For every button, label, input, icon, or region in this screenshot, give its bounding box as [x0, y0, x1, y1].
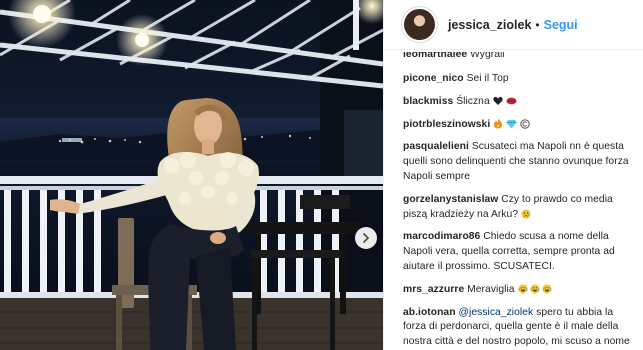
comment: gorzelanystanislaw Czy to prawdo co medi…: [403, 193, 638, 223]
comment-username[interactable]: picone_nico: [403, 73, 464, 84]
comment-username[interactable]: gorzelanystanislaw: [403, 194, 498, 205]
gem-icon: [506, 119, 517, 129]
next-photo-button[interactable]: [355, 227, 377, 249]
comment: marcodimaro86 Chiedo scusa a nome della …: [403, 230, 638, 274]
comment-username[interactable]: piotrbleszinowski: [403, 119, 490, 130]
comment: ab.iotonan @jessica_ziolek spero tu abbi…: [403, 306, 638, 350]
comment-username[interactable]: mrs_azzurre: [403, 284, 464, 295]
header-separator: •: [535, 17, 540, 32]
comment-list[interactable]: leomarthalee Wygrali picone_nico Sei il …: [384, 52, 643, 350]
post-username[interactable]: jessica_ziolek: [448, 18, 531, 32]
comment-username[interactable]: blackmiss: [403, 96, 453, 107]
sad-face-icon: [521, 208, 531, 219]
post-sidebar: jessica_ziolek • Segui leomarthalee Wygr…: [383, 0, 643, 350]
copyright-icon: [520, 118, 530, 129]
follow-button[interactable]: Segui: [544, 18, 578, 32]
comment-text: Śliczna: [456, 95, 490, 107]
comment-text: Sei il Top: [466, 73, 509, 84]
comment-username[interactable]: marcodimaro86: [403, 231, 480, 242]
comment: pasqualelieni Scusateci ma Napoli nn è q…: [403, 140, 638, 184]
comment-username[interactable]: leomarthalee: [403, 52, 467, 60]
comment: leomarthalee Wygrali: [403, 52, 638, 70]
photo-scene: [0, 0, 383, 350]
comment: picone_nico Sei il Top: [403, 72, 638, 87]
post-header: jessica_ziolek • Segui: [384, 0, 643, 50]
post-photo[interactable]: [0, 0, 383, 350]
comment-username[interactable]: pasqualelieni: [403, 141, 469, 152]
heart-icon: [493, 96, 503, 105]
comment-text: Wygrali: [470, 52, 505, 60]
chevron-right-icon: [363, 233, 370, 243]
comment-username[interactable]: ab.iotonan: [403, 307, 456, 318]
comment: blackmiss Śliczna: [403, 95, 638, 110]
laughing-face-icon: [517, 284, 552, 294]
fire-icon: [494, 118, 503, 129]
avatar[interactable]: [401, 6, 438, 43]
comment-text: Meraviglia: [467, 283, 515, 295]
comment: piotrbleszinowski: [403, 118, 638, 133]
comment-mention[interactable]: @jessica_ziolek: [458, 307, 533, 318]
comment: mrs_azzurre Meraviglia: [403, 283, 638, 298]
lips-icon: [506, 97, 517, 105]
